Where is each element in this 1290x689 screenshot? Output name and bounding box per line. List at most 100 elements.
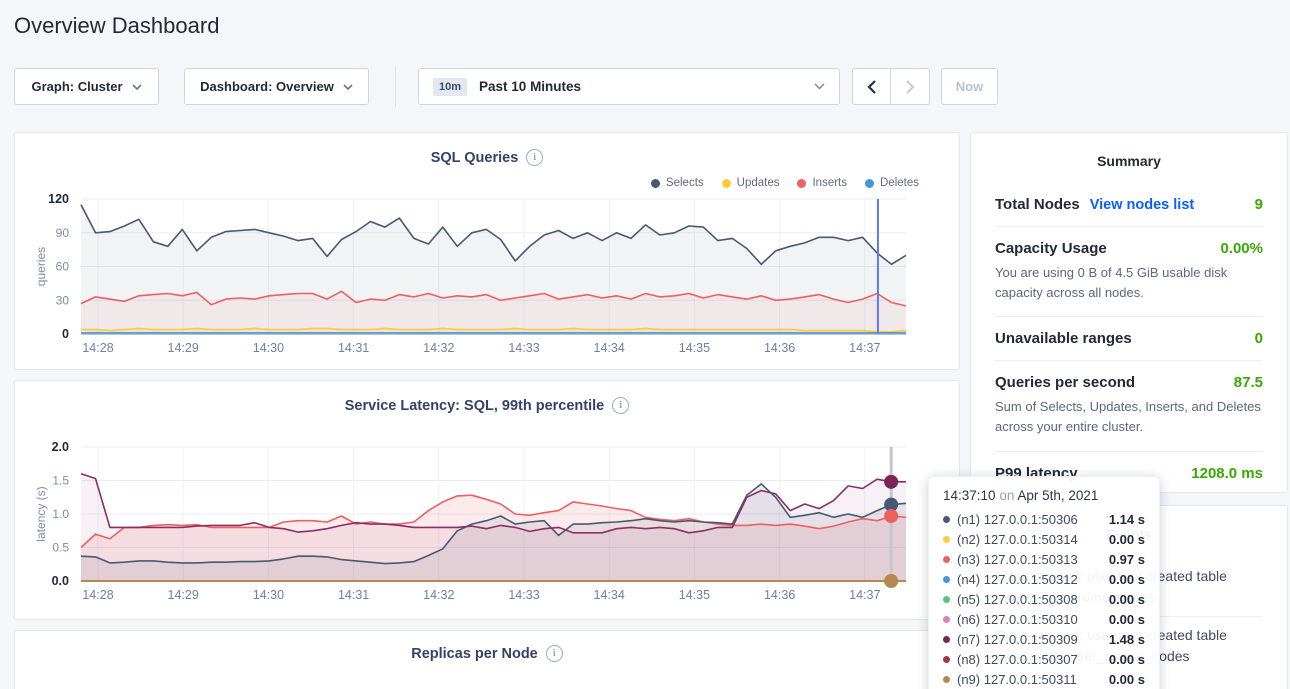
service-latency-chart[interactable]: 0.00.51.01.52.014:2814:2914:3014:3114:32…	[15, 381, 961, 621]
tooltip-row: (n3) 127.0.0.1:50313 0.97 s	[943, 550, 1145, 568]
svg-text:14:33: 14:33	[508, 588, 539, 602]
svg-text:30: 30	[56, 293, 70, 307]
tooltip-node-label: (n7) 127.0.0.1:50309	[957, 632, 1102, 647]
tooltip-node-label: (n9) 127.0.0.1:50311	[957, 672, 1102, 687]
chevron-down-icon	[343, 84, 353, 90]
svg-text:60: 60	[56, 260, 70, 274]
tooltip-node-value: 0.00 s	[1109, 592, 1145, 607]
summary-row-value: 0	[1255, 330, 1263, 347]
tooltip-date: Apr 5th, 2021	[1017, 488, 1098, 503]
overview-dashboard-page: Overview Dashboard Graph: Cluster Dashbo…	[0, 0, 1290, 689]
sql-queries-panel: SQL Queries i SelectsUpdatesInsertsDelet…	[14, 132, 960, 370]
summary-row-head: Unavailable ranges 0	[995, 330, 1263, 347]
info-icon[interactable]: i	[546, 645, 563, 662]
tooltip-node-dot	[943, 656, 950, 663]
summary-row-desc: You are using 0 B of 4.5 GiB usable disk…	[995, 263, 1263, 303]
svg-text:14:35: 14:35	[679, 341, 710, 355]
page-title: Overview Dashboard	[14, 13, 219, 39]
y-axis-title: latency (s)	[34, 486, 48, 541]
tooltip-time: 14:37:10	[943, 488, 996, 503]
tooltip-node-label: (n6) 127.0.0.1:50310	[957, 612, 1102, 627]
summary-row-value: 9	[1255, 196, 1263, 213]
time-next-button[interactable]	[890, 68, 930, 105]
summary-panel: Summary Total Nodes View nodes list 9 Capac…	[970, 132, 1288, 493]
tooltip-node-dot	[943, 556, 950, 563]
svg-text:120: 120	[48, 192, 69, 206]
y-axis-title: queries	[34, 247, 48, 286]
summary-row: Unavailable ranges 0	[995, 316, 1263, 360]
svg-text:14:34: 14:34	[594, 341, 625, 355]
tooltip-node-value: 0.00 s	[1109, 612, 1145, 627]
chart-title-replicas-per-node: Replicas per Node	[411, 646, 538, 662]
hover-dot	[884, 509, 898, 523]
summary-row-value: 0.00%	[1220, 240, 1263, 257]
tooltip-row: (n6) 127.0.0.1:50310 0.00 s	[943, 610, 1145, 628]
svg-text:0: 0	[62, 327, 69, 341]
summary-row-head: Capacity Usage 0.00%	[995, 240, 1263, 257]
summary-row-head: Queries per second 87.5	[995, 374, 1263, 391]
tooltip-node-value: 0.97 s	[1109, 552, 1145, 567]
tooltip-node-dot	[943, 676, 950, 683]
svg-text:14:29: 14:29	[168, 341, 199, 355]
summary-row: Capacity Usage 0.00% You are using 0 B of …	[995, 226, 1263, 316]
svg-text:14:37: 14:37	[849, 341, 880, 355]
summary-row-value: 1208.0 ms	[1191, 465, 1263, 482]
dashboard-dropdown-label: Dashboard: Overview	[200, 79, 334, 94]
tooltip-row: (n7) 127.0.0.1:503091.48 s	[943, 630, 1145, 648]
now-button[interactable]: Now	[941, 68, 998, 105]
tooltip-node-label: (n2) 127.0.0.1:50314	[957, 532, 1102, 547]
controls-divider	[395, 66, 396, 107]
svg-text:0.0: 0.0	[52, 574, 69, 588]
summary-row: Queries per second87.5Sum of Selects, Up…	[995, 360, 1263, 450]
hover-dot	[884, 574, 898, 588]
svg-text:2.0: 2.0	[52, 440, 69, 454]
tooltip-node-value: 0.00 s	[1109, 672, 1145, 687]
dashboard-dropdown[interactable]: Dashboard: Overview	[184, 68, 369, 105]
hover-dot	[884, 475, 898, 489]
svg-text:14:32: 14:32	[423, 341, 454, 355]
tooltip-row: (n9) 127.0.0.1:50311 0.00 s	[943, 670, 1145, 688]
summary-row-value: 87.5	[1234, 374, 1263, 391]
summary-row-label: Total Nodes	[995, 196, 1080, 213]
tooltip-node-value: 0.00 s	[1109, 652, 1145, 667]
graph-dropdown[interactable]: Graph: Cluster	[14, 68, 159, 105]
svg-text:14:28: 14:28	[82, 588, 113, 602]
svg-text:14:28: 14:28	[82, 341, 113, 355]
svg-text:14:31: 14:31	[338, 588, 369, 602]
view-nodes-link[interactable]: View nodes list	[1090, 197, 1195, 213]
tooltip-node-label: (n4) 127.0.0.1:50312	[957, 572, 1102, 587]
chevron-left-icon	[867, 79, 877, 95]
time-prev-button[interactable]	[852, 68, 892, 105]
y-axis-labels: 0 30 60 90 120	[48, 192, 69, 341]
time-range-label: Past 10 Minutes	[479, 79, 581, 94]
x-axis-labels: 14:28 14:29 14:30 14:31 14:32 14:33 14:34 14:35…	[82, 341, 880, 355]
svg-text:14:32: 14:32	[423, 588, 454, 602]
svg-text:14:33: 14:33	[508, 341, 539, 355]
svg-text:14:30: 14:30	[253, 341, 284, 355]
tooltip-node-label: (n1) 127.0.0.1:50306	[957, 512, 1102, 527]
svg-text:1.5: 1.5	[52, 474, 69, 488]
service-latency-panel: Service Latency: SQL, 99th percentile i …	[14, 380, 960, 620]
summary-row-label: Queries per second	[995, 374, 1135, 391]
tooltip-row: (n2) 127.0.0.1:50314 0.00 s	[943, 530, 1145, 548]
svg-text:14:31: 14:31	[338, 341, 369, 355]
svg-text:14:37: 14:37	[849, 588, 880, 602]
svg-text:0.5: 0.5	[52, 541, 69, 555]
tooltip-on: on	[999, 488, 1014, 503]
tooltip-node-value: 0.00 s	[1109, 572, 1145, 587]
svg-text:90: 90	[56, 226, 70, 240]
svg-text:14:29: 14:29	[168, 588, 199, 602]
tooltip-node-dot	[943, 536, 950, 543]
summary-row-label: Unavailable ranges	[995, 330, 1132, 347]
tooltip-node-value: 0.00 s	[1109, 532, 1145, 547]
tooltip-node-dot	[943, 636, 950, 643]
summary-title: Summary	[995, 153, 1263, 169]
tooltip-node-dot	[943, 596, 950, 603]
tooltip-node-label: (n3) 127.0.0.1:50313	[957, 552, 1102, 567]
tooltip-row: (n1) 127.0.0.1:503061.14 s	[943, 510, 1145, 528]
sql-queries-chart[interactable]: 0 30 60 90 120 14:28 14:29 14:30 14:31 14:32 14:33…	[15, 133, 961, 371]
time-range-dropdown[interactable]: 10m Past 10 Minutes	[418, 68, 840, 105]
tooltip-node-dot	[943, 616, 950, 623]
summary-row-label: Capacity Usage	[995, 240, 1107, 257]
tooltip-node-dot	[943, 516, 950, 523]
